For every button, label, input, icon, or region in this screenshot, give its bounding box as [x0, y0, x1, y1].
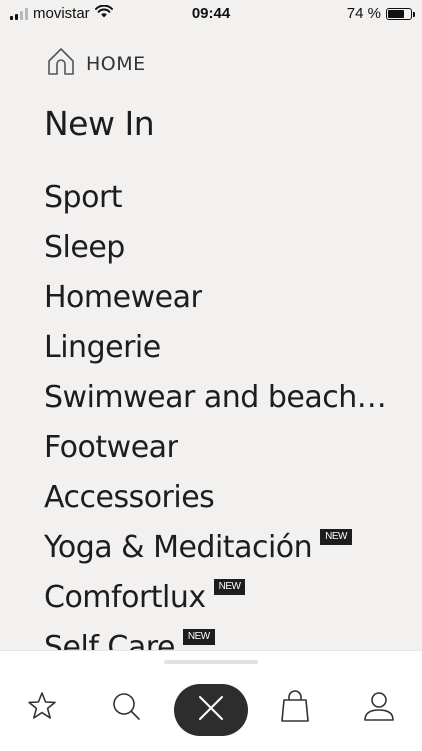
menu-item[interactable]: Yoga & Meditación NEW — [44, 522, 394, 572]
battery-level — [388, 9, 405, 18]
menu-item-label: Comfortlux — [44, 579, 206, 615]
menu-item-label: Footwear — [44, 429, 179, 465]
new-badge: NEW — [320, 529, 352, 545]
menu-item[interactable]: Sport — [44, 172, 394, 222]
close-icon — [197, 694, 225, 727]
menu-item-label: Lingerie — [44, 329, 161, 365]
menu-item-label: Swimwear and beachwear — [44, 379, 388, 415]
home-label: HOME — [86, 52, 146, 75]
menu-item-label: Accessories — [44, 479, 215, 515]
battery-percent: 74 % — [346, 5, 381, 22]
search-button[interactable] — [109, 691, 143, 725]
battery-icon — [386, 7, 415, 20]
bag-icon — [279, 689, 311, 728]
breadcrumb-home-link[interactable]: HOME — [46, 46, 146, 81]
status-right: 74 % — [346, 5, 415, 22]
menu-item-label: Sport — [44, 179, 123, 215]
menu-item-label: Homewear — [44, 279, 203, 315]
favorites-button[interactable] — [25, 691, 59, 725]
menu-item-label: Sleep — [44, 229, 125, 265]
menu-item[interactable]: Sleep — [44, 222, 394, 272]
menu-item[interactable]: Lingerie — [44, 322, 394, 372]
menu-item[interactable]: Accessories — [44, 472, 394, 522]
star-icon — [26, 690, 58, 727]
home-icon — [46, 46, 76, 81]
bag-button[interactable] — [278, 689, 312, 728]
menu-item-label: Yoga & Meditación — [44, 529, 313, 565]
menu-item[interactable]: Comfortlux NEW — [44, 572, 394, 622]
search-icon — [110, 690, 142, 727]
close-menu-button[interactable] — [174, 684, 248, 736]
category-menu: Sport Sleep Homewear Lingerie Swimwear and b… — [44, 172, 394, 651]
new-badge: NEW — [182, 629, 215, 645]
menu-item[interactable]: Self Care NEW — [44, 622, 394, 650]
user-icon — [363, 690, 395, 727]
menu-item[interactable]: Swimwear and beachwear — [44, 372, 394, 422]
account-button[interactable] — [362, 691, 396, 725]
menu-item[interactable]: Footwear — [44, 422, 394, 472]
bottom-nav — [0, 650, 422, 751]
menu-item-label: Self Care — [44, 629, 175, 651]
status-bar: movistar 09:44 74 % — [0, 0, 422, 30]
sheet-handle[interactable] — [164, 660, 258, 664]
menu-item[interactable]: Homewear — [44, 272, 394, 322]
new-badge: NEW — [213, 579, 246, 595]
page-title[interactable]: New In — [44, 104, 155, 143]
